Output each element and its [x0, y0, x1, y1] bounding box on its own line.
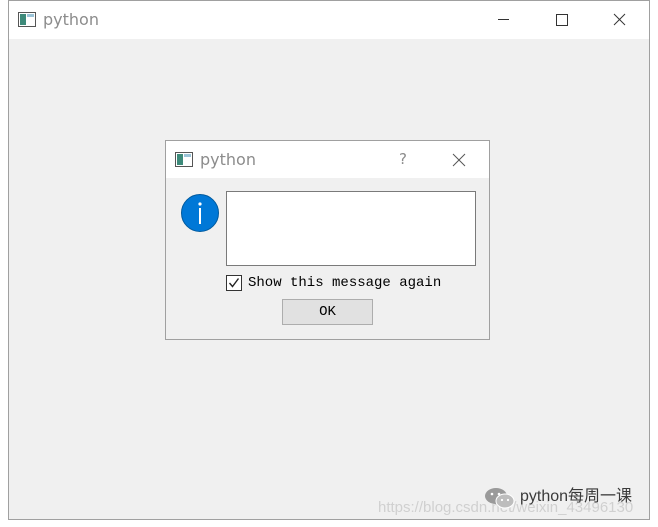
watermark-brand-text: python每周一课	[520, 488, 633, 505]
main-titlebar[interactable]: python	[9, 1, 649, 39]
minimize-icon	[498, 19, 509, 20]
dialog-title: python	[200, 150, 256, 169]
help-button[interactable]: ?	[386, 141, 420, 178]
close-icon	[613, 13, 626, 26]
show-again-label[interactable]: Show this message again	[248, 274, 441, 292]
message-text-area	[226, 191, 476, 266]
dialog-titlebar[interactable]: python ?	[166, 141, 489, 178]
checkmark-icon	[228, 278, 240, 288]
app-window-icon	[18, 12, 36, 27]
information-icon	[180, 193, 220, 233]
app-window-icon	[175, 152, 193, 167]
ok-button[interactable]: OK	[282, 299, 373, 325]
window-title: python	[43, 10, 99, 29]
maximize-icon	[556, 14, 568, 26]
show-again-checkbox[interactable]	[226, 275, 242, 291]
minimize-button[interactable]	[475, 1, 531, 39]
maximize-button[interactable]	[531, 1, 587, 39]
message-dialog: python ? Show this message again OK	[165, 140, 490, 340]
dialog-close-button[interactable]	[442, 141, 476, 178]
close-button[interactable]	[591, 1, 647, 39]
wechat-icon	[485, 488, 515, 509]
close-icon	[452, 153, 466, 167]
